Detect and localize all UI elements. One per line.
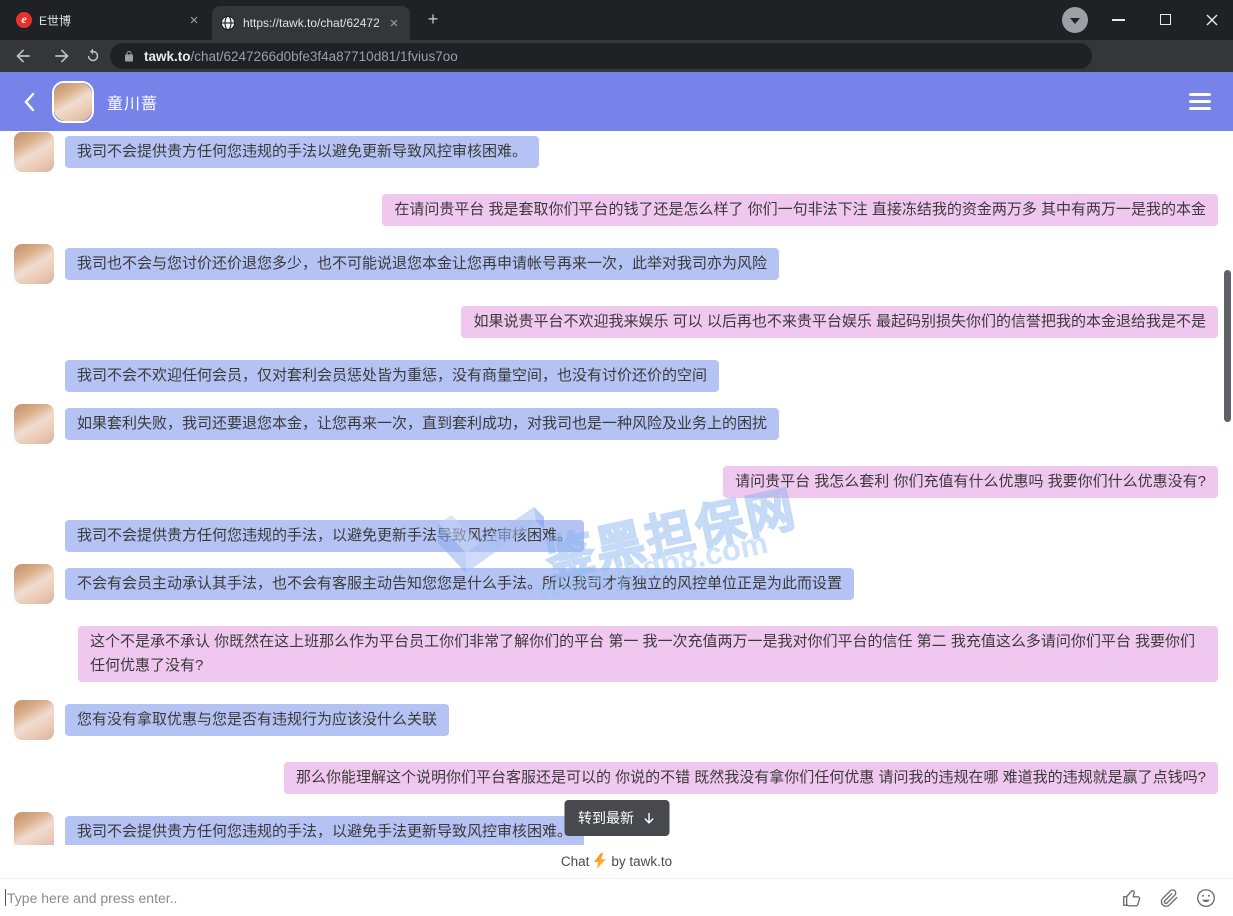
message-bubble: 如果套利失败，我司还要退您本金，让您再来一次，直到套利成功，对我司也是一种风险及… [65,408,779,440]
thumbs-up-icon[interactable] [1121,887,1143,909]
tab-title: E世博 [39,12,179,29]
avatar-photo [54,83,92,121]
globe-icon [220,15,236,31]
back-icon[interactable] [13,46,33,66]
message-bubble: 那么你能理解这个说明你们平台客服还是可以的 你说的不错 既然我没有拿你们任何优惠… [284,762,1218,794]
url-host: tawk.to [144,49,191,64]
agent-avatar [14,564,54,604]
message-bubble: 不会有会员主动承认其手法，也不会有客服主动告知您您是什么手法。所以我司才有独立的… [65,568,854,600]
chat-message: 不会有会员主动承认其手法，也不会有客服主动告知您您是什么手法。所以我司才有独立的… [0,568,1233,604]
message-bubble: 我司不会提供贵方任何您违规的手法，以避免手法更新导致风控审核困难。 [65,816,584,845]
hamburger-menu-icon[interactable] [1189,93,1211,114]
message-bubble: 这个不是承不承认 你既然在这上班那么作为平台员工你们非常了解你们的平台 第一 我… [78,626,1218,682]
tab-title: https://tawk.to/chat/6247266d [243,16,379,30]
lightning-bolt-icon [594,853,606,869]
close-icon[interactable] [1205,13,1219,27]
new-tab-button[interactable]: + [423,10,443,30]
chat-page: 童川蔷 我司不会提供贵方任何您违规的手法以避免更新导致风控审核困难。在请问贵平台… [0,72,1233,916]
tab-tawk-chat[interactable]: https://tawk.to/chat/6247266d × [212,6,410,40]
agent-avatar [14,244,54,284]
jump-to-latest-button[interactable]: 转到最新 [564,800,669,836]
forward-icon[interactable] [52,46,72,66]
paperclip-icon[interactable] [1158,887,1180,909]
composer-bar [0,878,1233,916]
agent-avatar [14,404,54,444]
message-bubble: 我司不会提供贵方任何您违规的手法以避免更新导致风控审核困难。 [65,136,539,168]
chevron-left-icon[interactable] [22,91,36,113]
minimize-icon[interactable] [1112,19,1125,21]
media-controls-icon[interactable] [1062,7,1088,33]
message-bubble: 您有没有拿取优惠与您是否有违规行为应该没什么关联 [65,704,449,736]
chat-message: 如果说贵平台不欢迎我来娱乐 可以 以后再也不来贵平台娱乐 最起码别损失你们的信誉… [0,306,1233,338]
text-caret [5,889,6,906]
browser-tab-strip: e E世博 × https://tawk.to/chat/6247266d × … [0,0,1233,40]
url-path: /chat/6247266d0bfe3f4a87710d81/1fvius7oo [191,49,458,64]
message-bubble: 我司不会提供贵方任何您违规的手法，以避免更新手法导致风控审核困难。 [65,520,584,552]
chat-header: 童川蔷 [0,72,1233,131]
message-bubble: 请问贵平台 我怎么套利 你们充值有什么优惠吗 我要你们什么优惠没有? [723,466,1218,498]
chat-message: 请问贵平台 我怎么套利 你们充值有什么优惠吗 我要你们什么优惠没有? [0,466,1233,498]
agent-name: 童川蔷 [107,90,158,114]
branding-chat-label: Chat [561,854,590,869]
message-input[interactable] [0,890,1121,906]
composer-icons [1121,887,1233,909]
chat-message: 这个不是承不承认 你既然在这上班那么作为平台员工你们非常了解你们的平台 第一 我… [0,626,1233,682]
tab-esball[interactable]: e E世博 × [8,0,210,40]
e-logo-icon: e [16,12,32,28]
maximize-icon[interactable] [1160,14,1171,25]
reload-icon[interactable] [84,47,102,65]
message-bubble: 我司不会不欢迎任何会员，仅对套利会员惩处皆为重惩，没有商量空间，也没有讨价还价的… [65,360,719,392]
message-list: 我司不会提供贵方任何您违规的手法以避免更新导致风控审核困难。在请问贵平台 我是套… [0,131,1233,845]
agent-avatar [14,700,54,740]
chat-message: 我司不会提供贵方任何您违规的手法以避免更新导致风控审核困难。 [0,136,1233,172]
address-bar[interactable]: tawk.to/chat/6247266d0bfe3f4a87710d81/1f… [110,43,1092,69]
chat-message: 那么你能理解这个说明你们平台客服还是可以的 你说的不错 既然我没有拿你们任何优惠… [0,762,1233,794]
message-bubble: 在请问贵平台 我是套取你们平台的钱了还是怎么样了 你们一句非法下注 直接冻结我的… [382,194,1218,226]
agent-avatar [14,812,54,845]
message-bubble: 如果说贵平台不欢迎我来娱乐 可以 以后再也不来贵平台娱乐 最起码别损失你们的信誉… [461,306,1218,338]
lock-icon [123,50,135,63]
tab-close-icon[interactable]: × [386,16,402,31]
emoji-smiley-icon[interactable] [1195,887,1217,909]
message-bubble: 我司也不会与您讨价还价退您多少，也不可能说退您本金让您再申请帐号再来一次，此举对… [65,248,779,280]
chat-message: 在请问贵平台 我是套取你们平台的钱了还是怎么样了 你们一句非法下注 直接冻结我的… [0,194,1233,226]
chat-message: 如果套利失败，我司还要退您本金，让您再来一次，直到套利成功，对我司也是一种风险及… [0,408,1233,444]
agent-avatar [52,81,94,123]
chat-message: 您有没有拿取优惠与您是否有违规行为应该没什么关联 [0,704,1233,740]
scrollbar-thumb[interactable] [1224,270,1231,422]
url-text: tawk.to/chat/6247266d0bfe3f4a87710d81/1f… [144,49,458,64]
branding-by-label: by tawk.to [611,854,672,869]
chat-message: 我司不会不欢迎任何会员，仅对套利会员惩处皆为重惩，没有商量空间，也没有讨价还价的… [0,360,1233,392]
tab-close-icon[interactable]: × [186,13,202,28]
chat-message: 我司也不会与您讨价还价退您多少，也不可能说退您本金让您再申请帐号再来一次，此举对… [0,248,1233,284]
agent-avatar [14,132,54,172]
browser-toolbar: tawk.to/chat/6247266d0bfe3f4a87710d81/1f… [0,40,1233,72]
tawk-branding[interactable]: Chat by tawk.to [0,850,1233,872]
chat-message: 我司不会提供贵方任何您违规的手法，以避免更新手法导致风控审核困难。 [0,520,1233,552]
jump-to-latest-label: 转到最新 [578,808,634,828]
arrow-down-icon [642,811,655,826]
